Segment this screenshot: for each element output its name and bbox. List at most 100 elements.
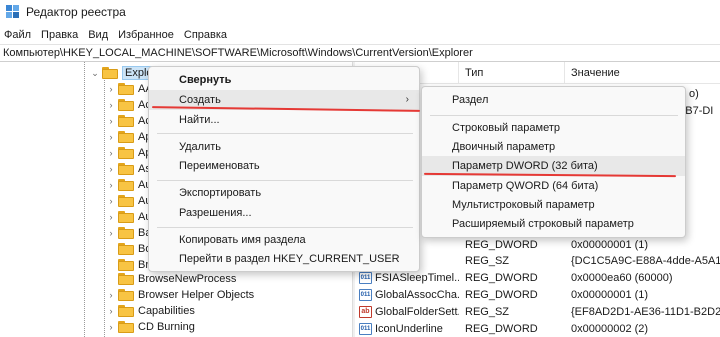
partial-value-text: o) xyxy=(689,88,699,100)
submenu-item-string[interactable]: Строковый параметр xyxy=(422,118,685,138)
folder-icon xyxy=(118,131,134,143)
table-row[interactable]: ab GlobalFolderSett... REG_SZ {EF8AD2D1-… xyxy=(355,304,720,320)
submenu-item-qword[interactable]: Параметр QWORD (64 бита) xyxy=(422,176,685,196)
menu-item-delete[interactable]: Удалить xyxy=(149,137,419,157)
chevron-right-icon[interactable]: › xyxy=(106,225,116,241)
chevron-right-icon[interactable]: › xyxy=(106,287,116,303)
value-data: 0x00000001 (1) xyxy=(571,289,649,301)
chevron-right-icon[interactable]: › xyxy=(106,81,116,97)
chevron-right-icon[interactable]: › xyxy=(106,129,116,145)
table-row[interactable]: 011 FSIASleepTimel... REG_DWORD 0x0000ea… xyxy=(355,270,720,286)
column-header-type[interactable]: Тип xyxy=(459,62,565,84)
menu-separator xyxy=(430,115,678,116)
value-data: {DC1C5A9C-E88A-4dde-A5A1-6 xyxy=(571,255,720,267)
tree-item[interactable]: › Browser Helper Objects xyxy=(106,287,254,303)
menu-item-export[interactable]: Экспортировать xyxy=(149,183,419,203)
submenu-item-binary[interactable]: Двоичный параметр xyxy=(422,137,685,157)
menu-item-find[interactable]: Найти... xyxy=(149,110,419,130)
value-name: GlobalFolderSett... xyxy=(375,306,459,318)
chevron-right-icon[interactable]: › xyxy=(106,97,116,113)
tree-item[interactable]: › Au xyxy=(106,193,151,209)
tree-item[interactable]: › Ap xyxy=(106,129,151,145)
menu-file[interactable]: Файл xyxy=(0,26,36,44)
menu-bar: Файл Правка Вид Избранное Справка xyxy=(0,26,232,44)
value-data: 0x0000ea60 (60000) xyxy=(571,272,673,284)
value-data: {EF8AD2D1-AE36-11D1-B2D2-00 xyxy=(571,306,720,318)
value-type: REG_SZ xyxy=(465,306,510,318)
chevron-right-icon[interactable]: › xyxy=(106,161,116,177)
string-value-icon: ab xyxy=(359,306,372,318)
chevron-down-icon[interactable]: ⌄ xyxy=(90,65,100,81)
value-type: REG_DWORD xyxy=(465,289,538,301)
binary-value-icon: 011 xyxy=(359,272,372,284)
column-header-data[interactable]: Значение xyxy=(565,62,720,84)
table-row[interactable]: 011 GlobalAssocCha... REG_DWORD 0x000000… xyxy=(355,287,720,303)
folder-icon xyxy=(118,273,134,285)
tree-item[interactable]: › Capabilities xyxy=(106,303,195,319)
menu-item-goto-hkcu[interactable]: Перейти в раздел HKEY_CURRENT_USER xyxy=(149,249,419,269)
binary-value-icon: 011 xyxy=(359,289,372,301)
create-submenu: Раздел Строковый параметр Двоичный парам… xyxy=(421,86,686,238)
tree-guide-line xyxy=(84,62,85,337)
tree-item[interactable]: › Ap xyxy=(106,145,151,161)
folder-icon xyxy=(102,67,118,79)
menu-view[interactable]: Вид xyxy=(83,26,113,44)
tree-item[interactable]: › CD Burning xyxy=(106,319,195,335)
chevron-right-icon xyxy=(106,241,116,257)
tree-guide-line xyxy=(104,74,105,337)
tree-item[interactable]: › Ac xyxy=(106,97,151,113)
tree-item[interactable]: BrowseNewProcess xyxy=(106,271,236,287)
value-type: REG_DWORD xyxy=(465,239,538,251)
chevron-right-icon[interactable]: › xyxy=(106,319,116,335)
tree-item[interactable]: › Au xyxy=(106,177,151,193)
menu-item-copy-key-name[interactable]: Копировать имя раздела xyxy=(149,230,419,250)
menu-item-permissions[interactable]: Разрешения... xyxy=(149,203,419,223)
tree-item[interactable]: › AA xyxy=(106,81,153,97)
folder-icon xyxy=(118,243,134,255)
submenu-item-multi-string[interactable]: Мультистроковый параметр xyxy=(422,195,685,215)
menu-item-create-label: Создать xyxy=(179,94,221,106)
tree-item[interactable]: › As xyxy=(106,161,151,177)
value-name: IconUnderline xyxy=(375,323,443,335)
folder-icon xyxy=(118,259,134,271)
tree-item-label[interactable]: Capabilities xyxy=(138,305,195,317)
folder-icon xyxy=(118,115,134,127)
menu-favorites[interactable]: Избранное xyxy=(113,26,179,44)
chevron-right-icon[interactable]: › xyxy=(106,303,116,319)
value-type: REG_DWORD xyxy=(465,272,538,284)
chevron-right-icon[interactable]: › xyxy=(106,209,116,225)
menu-item-rename[interactable]: Переименовать xyxy=(149,156,419,176)
chevron-right-icon: › xyxy=(405,94,409,105)
folder-icon xyxy=(118,179,134,191)
chevron-right-icon[interactable]: › xyxy=(106,145,116,161)
context-menu: Свернуть Создать › Найти... Удалить Пере… xyxy=(148,66,420,272)
chevron-right-icon[interactable]: › xyxy=(106,113,116,129)
table-row[interactable]: 011 IconUnderline REG_DWORD 0x00000002 (… xyxy=(355,321,720,337)
tree-item-label[interactable]: CD Burning xyxy=(138,321,195,333)
chevron-right-icon[interactable]: › xyxy=(106,193,116,209)
tree-item[interactable]: › Au xyxy=(106,209,151,225)
tree-item-label[interactable]: BrowseNewProcess xyxy=(138,273,236,285)
menu-help[interactable]: Справка xyxy=(179,26,232,44)
menu-item-collapse[interactable]: Свернуть xyxy=(149,70,419,90)
submenu-item-expand-string[interactable]: Расширяемый строковый параметр xyxy=(422,214,685,234)
chevron-right-icon[interactable]: › xyxy=(106,177,116,193)
address-bar[interactable]: Компьютер\HKEY_LOCAL_MACHINE\SOFTWARE\Mi… xyxy=(0,44,720,62)
tree-item[interactable]: › Ac xyxy=(106,113,151,129)
address-path[interactable]: Компьютер\HKEY_LOCAL_MACHINE\SOFTWARE\Mi… xyxy=(3,47,473,59)
binary-value-icon: 011 xyxy=(359,323,372,335)
tree-item[interactable]: › Ba xyxy=(106,225,151,241)
window-title: Редактор реестра xyxy=(26,5,126,19)
folder-icon xyxy=(118,83,134,95)
folder-icon xyxy=(118,163,134,175)
folder-icon xyxy=(118,289,134,301)
menu-edit[interactable]: Правка xyxy=(36,26,83,44)
tree-item-label[interactable]: Browser Helper Objects xyxy=(138,289,254,301)
tree-item[interactable]: Bo xyxy=(106,241,151,257)
folder-icon xyxy=(118,321,134,333)
menu-separator xyxy=(157,227,413,228)
registry-editor-icon xyxy=(6,5,19,18)
value-data: 0x00000001 (1) xyxy=(571,239,649,251)
submenu-item-key[interactable]: Раздел xyxy=(422,90,685,110)
value-name: FSIASleepTimel... xyxy=(375,272,459,284)
